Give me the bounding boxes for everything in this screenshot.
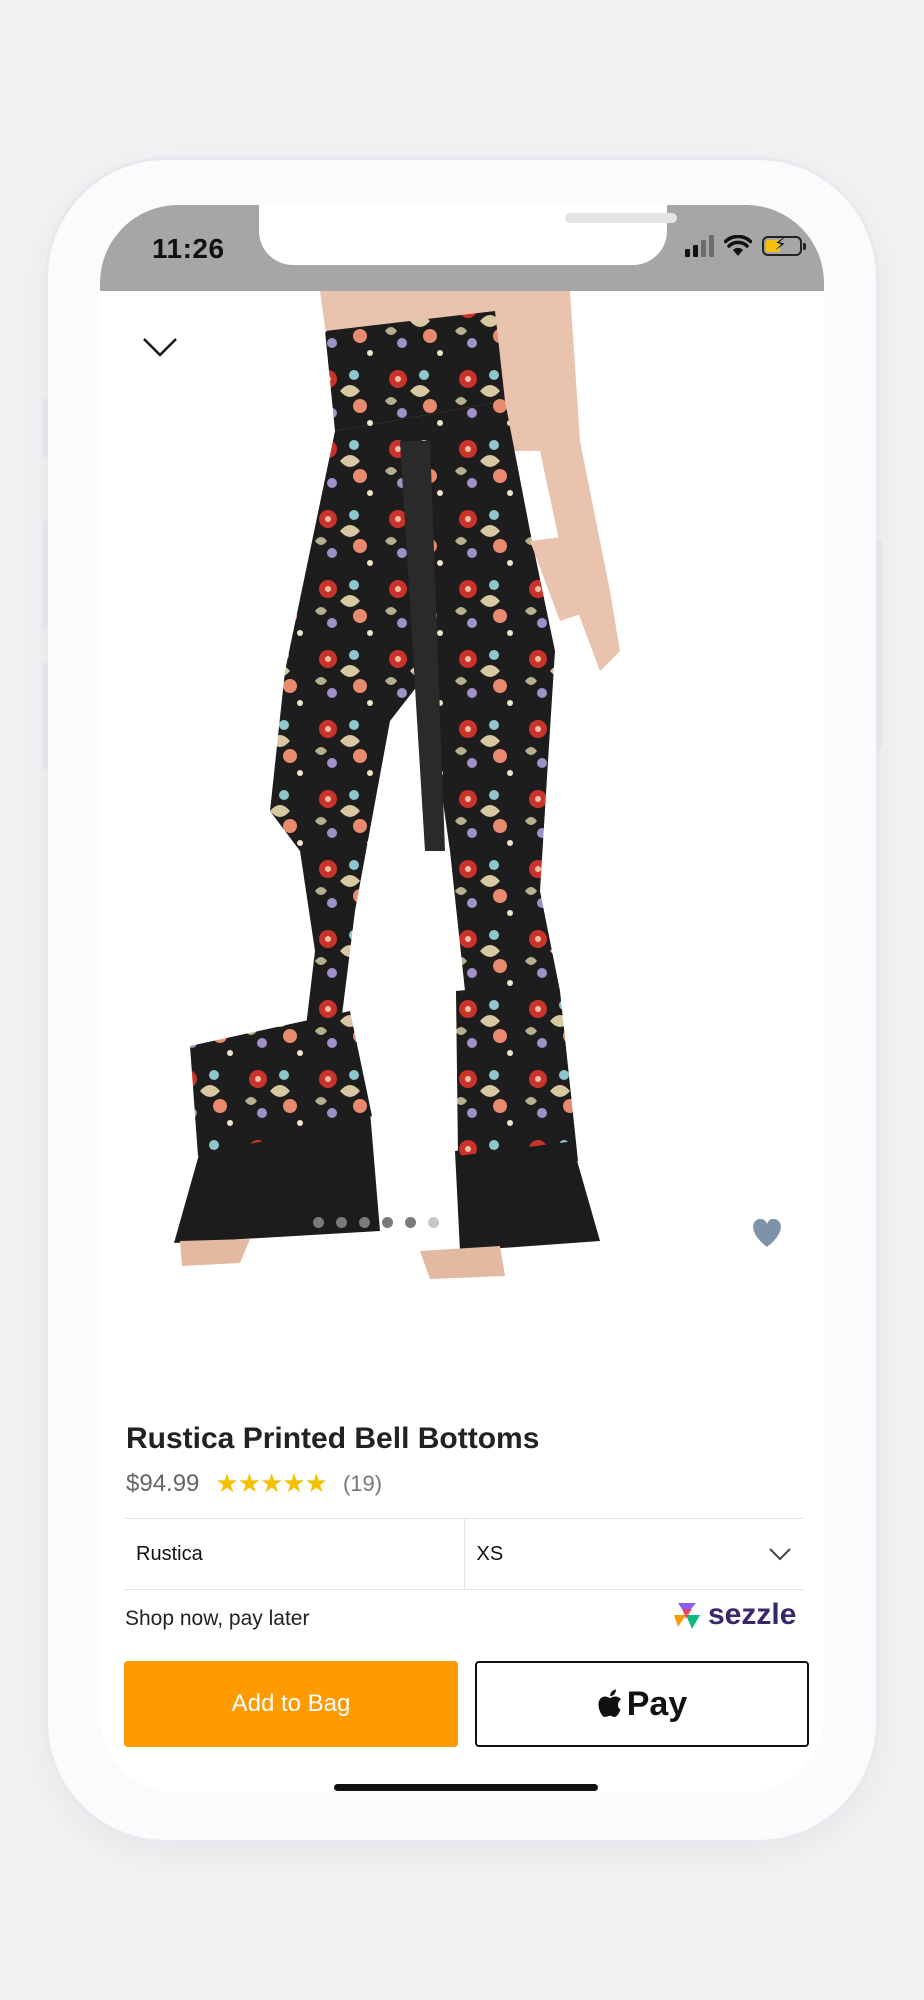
- variant-selectors: Rustica XS: [124, 1519, 804, 1589]
- pay-later-text: Shop now, pay later: [125, 1607, 310, 1630]
- product-image[interactable]: [100, 291, 824, 1351]
- image-pagination: [313, 1217, 439, 1228]
- signal-icon: [685, 235, 714, 257]
- speaker: [565, 213, 677, 223]
- product-photo: [174, 291, 620, 1279]
- apple-pay-label: Pay: [626, 1684, 688, 1723]
- color-value: Rustica: [136, 1542, 203, 1565]
- add-to-bag-button[interactable]: Add to Bag: [124, 1661, 458, 1747]
- add-to-bag-label: Add to Bag: [231, 1690, 351, 1717]
- phone-power-button: [876, 540, 882, 750]
- sezzle-label: sezzle: [708, 1598, 797, 1631]
- notch: [259, 205, 677, 265]
- review-count[interactable]: (19): [343, 1471, 382, 1497]
- apple-pay-button[interactable]: Pay: [475, 1661, 809, 1747]
- pagination-dot[interactable]: [382, 1217, 393, 1228]
- color-selector[interactable]: Rustica: [124, 1519, 464, 1589]
- phone-mute-switch: [42, 398, 48, 458]
- pagination-dot-active[interactable]: [428, 1217, 439, 1228]
- pagination-dot[interactable]: [405, 1217, 416, 1228]
- status-icons: ⚡: [685, 235, 806, 257]
- home-indicator[interactable]: [334, 1784, 598, 1791]
- status-bar: 11:26 ⚡: [100, 205, 824, 291]
- pagination-dot[interactable]: [313, 1217, 324, 1228]
- size-value: XS: [476, 1542, 504, 1565]
- size-selector[interactable]: XS: [463, 1519, 805, 1589]
- apple-icon: [598, 1689, 621, 1717]
- phone-volume-down: [42, 660, 48, 770]
- product-title: Rustica Printed Bell Bottoms: [126, 1422, 540, 1455]
- rating-stars[interactable]: ★★★★★: [215, 1468, 328, 1499]
- price-rating-row: $94.99 ★★★★★ (19): [126, 1468, 382, 1499]
- chevron-down-icon: [769, 1548, 791, 1561]
- pagination-dot[interactable]: [359, 1217, 370, 1228]
- divider: [124, 1589, 804, 1590]
- product-price: $94.99: [126, 1469, 200, 1497]
- sezzle-logo-icon: [674, 1603, 700, 1629]
- phone-volume-up: [42, 520, 48, 630]
- battery-icon: ⚡: [762, 235, 806, 256]
- pagination-dot[interactable]: [336, 1217, 347, 1228]
- sezzle-logo[interactable]: sezzle: [672, 1598, 796, 1632]
- heart-icon[interactable]: [750, 1217, 784, 1249]
- status-time: 11:26: [152, 233, 225, 264]
- chevron-down-icon[interactable]: [140, 331, 180, 365]
- wifi-icon: [724, 235, 752, 256]
